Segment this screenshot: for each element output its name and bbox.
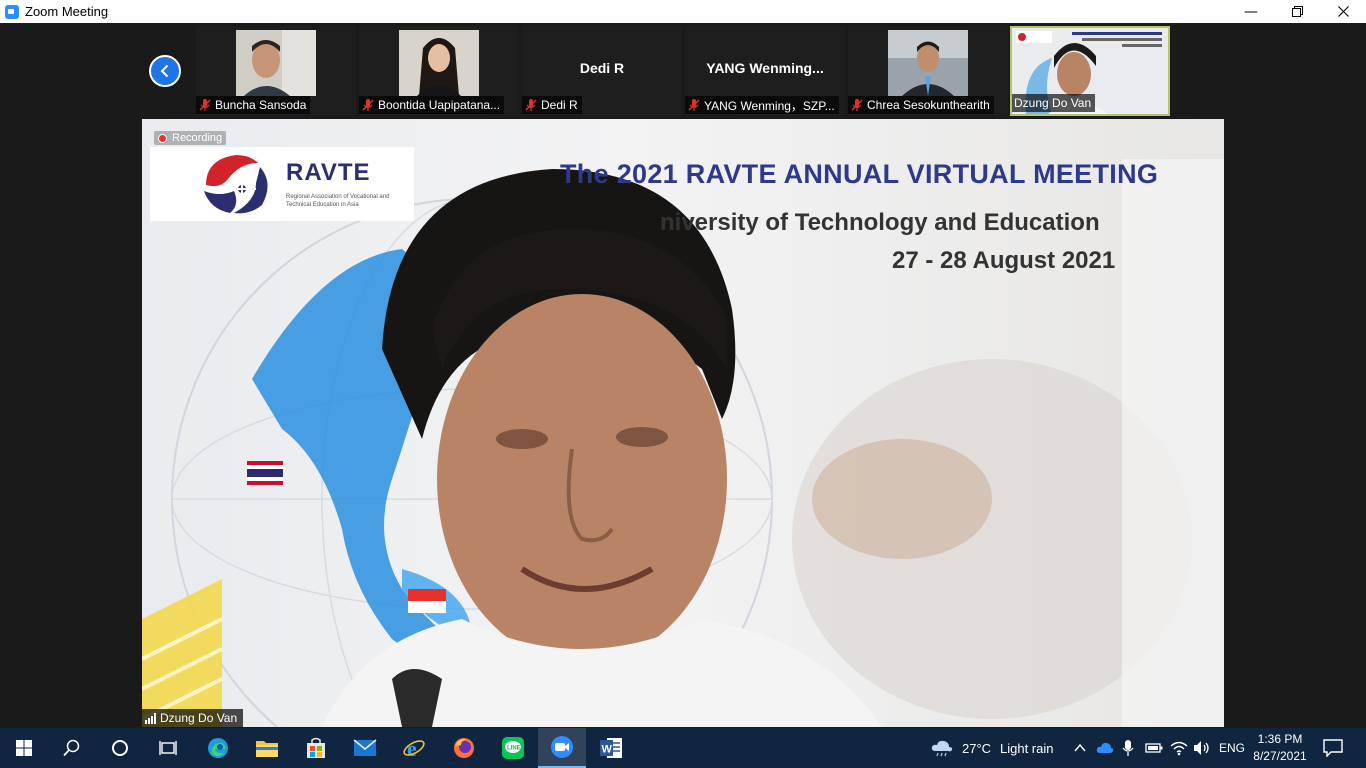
weather-temperature[interactable]: 27°C xyxy=(962,728,991,768)
mail-icon xyxy=(353,739,377,756)
ravte-logo-subtitle: Regional Association of Vocational and T… xyxy=(286,194,390,208)
participant-tile-yang[interactable]: YANG Wenming... YANG Wenming，SZP... xyxy=(685,26,845,116)
taskbar-firefox[interactable] xyxy=(440,728,488,768)
close-button[interactable] xyxy=(1320,0,1366,23)
participant-name: Chrea Sesokunthearith xyxy=(867,98,990,112)
edge-browser-icon xyxy=(208,738,228,758)
main-speaker-video: Recording RAVTE Regional Association of … xyxy=(142,119,1224,727)
firefox-icon xyxy=(454,738,474,758)
ravte-logo-text: RAVTE xyxy=(286,159,371,186)
onedrive-cloud-icon[interactable] xyxy=(1096,741,1114,759)
banner-line-1: The 2021 RAVTE ANNUAL VIRTUAL MEETING xyxy=(560,159,1159,189)
start-button[interactable] xyxy=(0,728,48,768)
clock-date: 8/27/2021 xyxy=(1253,749,1307,763)
chevron-up-icon[interactable] xyxy=(1073,741,1087,760)
taskbar-edge[interactable] xyxy=(194,728,242,768)
zoom-app-icon xyxy=(551,736,573,758)
participant-name-bar: Dzung Do Van xyxy=(1012,94,1096,112)
participant-name: Buncha Sansoda xyxy=(215,98,307,112)
notifications-icon[interactable] xyxy=(1323,739,1343,762)
meeting-area: Buncha Sansoda Boontida Uapipatana... De… xyxy=(0,23,1366,727)
participant-name: Boontida Uapipatana... xyxy=(378,98,501,112)
participant-video xyxy=(236,30,316,96)
minimize-button[interactable]: — xyxy=(1228,0,1274,23)
battery-icon[interactable] xyxy=(1145,741,1163,760)
taskbar-store[interactable] xyxy=(292,728,340,768)
recording-dot-icon xyxy=(158,133,167,143)
participant-name-bar: Dedi R xyxy=(522,96,582,114)
search-button[interactable] xyxy=(48,728,96,768)
restore-button[interactable] xyxy=(1274,0,1320,23)
restore-icon xyxy=(1291,6,1303,17)
internet-explorer-icon: e xyxy=(403,736,425,760)
svg-text:W: W xyxy=(602,744,613,756)
participant-name: YANG Wenming，SZP... xyxy=(704,98,835,113)
muted-microphone-icon xyxy=(362,99,374,111)
recording-indicator: Recording xyxy=(154,131,227,145)
participant-tile-boontida[interactable]: Boontida Uapipatana... xyxy=(359,26,519,116)
participant-tile-dzung[interactable]: Dzung Do Van xyxy=(1010,26,1170,116)
speaker-name: Dzung Do Van xyxy=(160,711,238,725)
participant-tile-dedi[interactable]: Dedi R Dedi R xyxy=(522,26,682,116)
previous-page-button[interactable] xyxy=(149,55,181,87)
weather-description[interactable]: Light rain xyxy=(1000,728,1053,768)
microphone-icon[interactable] xyxy=(1121,740,1135,761)
participant-name: Dzung Do Van xyxy=(1014,96,1092,110)
muted-microphone-icon xyxy=(851,99,863,111)
participant-name-bar: Chrea Sesokunthearith xyxy=(848,96,994,114)
windows-logo-icon xyxy=(16,740,32,756)
recording-label: Recording xyxy=(172,132,223,144)
participant-tile-buncha[interactable]: Buncha Sansoda xyxy=(196,26,356,116)
participant-tile-chrea[interactable]: Chrea Sesokunthearith xyxy=(848,26,1008,116)
task-view-button[interactable] xyxy=(144,728,192,768)
taskbar-zoom[interactable] xyxy=(538,728,586,768)
cortana-button[interactable] xyxy=(96,728,144,768)
line-app-icon: LINE xyxy=(502,737,524,759)
participant-name: Dedi R xyxy=(541,98,578,112)
task-view-icon xyxy=(159,741,177,755)
window-controls: — xyxy=(1228,0,1366,23)
banner-line-2: niversity of Technology and Education xyxy=(660,209,1100,236)
participant-name-bar: Boontida Uapipatana... xyxy=(359,96,505,114)
ravte-logo: RAVTE Regional Association of Vocational… xyxy=(150,147,414,221)
word-icon: W xyxy=(600,738,622,758)
muted-microphone-icon xyxy=(525,99,537,111)
taskbar-file-explorer[interactable] xyxy=(243,728,291,768)
chevron-left-icon xyxy=(160,64,169,78)
svg-text:LINE: LINE xyxy=(507,746,521,752)
search-icon xyxy=(63,739,80,757)
title-bar: Zoom Meeting — xyxy=(0,0,1366,23)
ravte-emblem-icon xyxy=(204,155,268,214)
input-language[interactable]: ENG xyxy=(1219,728,1245,768)
participant-display-name: YANG Wenming... xyxy=(706,60,824,76)
weather-icon[interactable] xyxy=(930,739,954,762)
window-title: Zoom Meeting xyxy=(25,4,109,19)
taskbar-mail[interactable] xyxy=(341,728,389,768)
muted-microphone-icon xyxy=(199,99,211,111)
participant-video xyxy=(399,30,479,96)
taskbar-line[interactable]: LINE xyxy=(489,728,537,768)
speaker-name-bar: Dzung Do Van xyxy=(142,709,244,727)
taskbar-internet-explorer[interactable]: e xyxy=(390,728,438,768)
wifi-icon[interactable] xyxy=(1170,740,1188,761)
windows-taskbar: e LINE W 27°C Light rain ENG 1:36 PM 8/2… xyxy=(0,728,1366,768)
participant-display-name: Dedi R xyxy=(579,60,625,76)
participant-video xyxy=(888,30,968,96)
participant-strip: Buncha Sansoda Boontida Uapipatana... De… xyxy=(0,23,1366,119)
banner-line-3: 27 - 28 August 2021 xyxy=(892,247,1116,274)
taskbar-word[interactable]: W xyxy=(587,728,635,768)
volume-icon[interactable] xyxy=(1193,740,1211,761)
store-bag-icon xyxy=(307,737,325,758)
cortana-circle-icon xyxy=(112,740,128,756)
svg-text:e: e xyxy=(407,736,417,760)
muted-microphone-icon xyxy=(688,99,700,111)
participant-name-bar: YANG Wenming，SZP... xyxy=(685,96,839,114)
signal-strength-icon xyxy=(145,712,156,724)
clock-time: 1:36 PM xyxy=(1257,732,1303,746)
folder-icon xyxy=(256,741,278,757)
close-icon xyxy=(1337,6,1349,17)
participant-name-bar: Buncha Sansoda xyxy=(196,96,311,114)
zoom-icon xyxy=(5,4,19,19)
system-clock[interactable]: 1:36 PM 8/27/2021 xyxy=(1248,731,1312,765)
